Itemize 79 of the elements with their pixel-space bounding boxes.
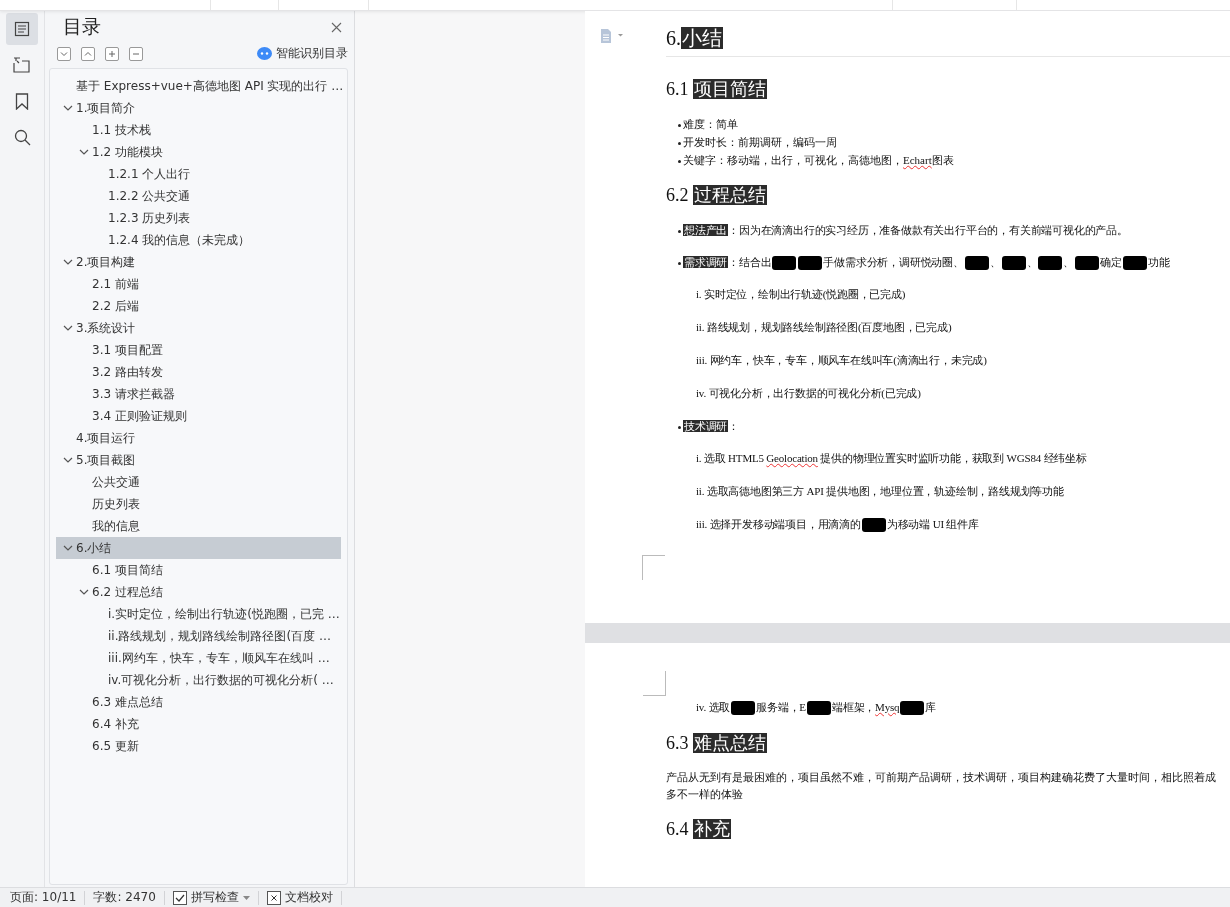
toc-item[interactable]: 3.1 项目配置 <box>56 339 341 361</box>
crop-mark <box>643 671 666 696</box>
list-item: ii. 选取高德地图第三方 API 提供地图，地理位置，轨迹绘制，路线规划等功能 <box>696 484 1065 499</box>
toc-item[interactable]: ii.路线规划，规划路线绘制路径图(百度 … <box>56 625 341 647</box>
toc-item[interactable]: 1.2.3 历史列表 <box>56 207 341 229</box>
outline-icon <box>13 57 31 73</box>
expand-all-icon[interactable] <box>81 46 95 61</box>
minus-icon[interactable] <box>129 46 143 61</box>
chevron-icon[interactable] <box>79 149 89 155</box>
list-item: 关键字：移动端，出行，可视化，高德地图，Echart图表 <box>678 151 1230 169</box>
toc-item[interactable]: 3.3 请求拦截器 <box>56 383 341 405</box>
chevron-icon[interactable] <box>63 457 73 463</box>
heading: 6.4 补充 <box>666 818 732 841</box>
panel-title: 目录 <box>63 14 101 39</box>
toc-item[interactable]: 1.1 技术栈 <box>56 119 341 141</box>
list-item: iii. 网约车，快车，专车，顺风车在线叫车(滴滴出行，未完成) <box>696 353 988 368</box>
toc-item[interactable]: 5.项目截图 <box>56 449 341 471</box>
toc-item[interactable]: 基于 Express+vue+高德地图 API 实现的出行 … <box>56 75 341 97</box>
toc-item[interactable]: 2.项目构建 <box>56 251 341 273</box>
toc-item[interactable]: 1.2.2 公共交通 <box>56 185 341 207</box>
toc-item[interactable]: 1.2 功能模块 <box>56 141 341 163</box>
list-item: 难度：简单 <box>678 115 1230 133</box>
toc-item[interactable]: 6.5 更新 <box>56 735 341 757</box>
list-item: ii. 路线规划，规划路线绘制路径图(百度地图，已完成) <box>696 320 953 335</box>
toc-item[interactable]: 公共交通 <box>56 471 341 493</box>
toc-item[interactable]: 1.2.4 我的信息（未完成） <box>56 229 341 251</box>
heading: 6.3 难点总结 <box>666 732 768 755</box>
list-item: iv. 可视化分析，出行数据的可视化分析(已完成) <box>696 386 922 401</box>
list-item: i. 实时定位，绘制出行轨迹(悦跑圈，已完成) <box>696 287 907 302</box>
toc-item[interactable]: 6.3 难点总结 <box>56 691 341 713</box>
proofread-icon <box>266 890 281 905</box>
toc-item[interactable]: 2.2 后端 <box>56 295 341 317</box>
collapse-all-icon[interactable] <box>57 46 71 61</box>
toc-item[interactable]: 我的信息 <box>56 515 341 537</box>
list-item: 技术调研： <box>678 417 1230 435</box>
list-item: 开发时长：前期调研，编码一周 <box>678 133 1230 151</box>
chevron-icon[interactable] <box>63 259 73 265</box>
chevron-icon[interactable] <box>63 325 73 331</box>
bookmark-icon <box>15 92 29 110</box>
robot-icon <box>257 47 272 60</box>
proofread-button[interactable]: 文档校对 <box>266 889 333 906</box>
word-count: 字数: 2470 <box>93 889 156 906</box>
close-icon[interactable] <box>331 21 342 33</box>
toc-item[interactable]: 3.系统设计 <box>56 317 341 339</box>
chevron-icon[interactable] <box>79 589 89 595</box>
heading: 6.2 过程总结 <box>666 184 768 207</box>
chevron-icon[interactable] <box>63 105 73 111</box>
toc-item[interactable]: 1.2.1 个人出行 <box>56 163 341 185</box>
page-count: 页面: 10/11 <box>10 889 77 906</box>
toc-item[interactable]: 1.项目简介 <box>56 97 341 119</box>
chevron-icon[interactable] <box>63 545 73 551</box>
list-item: 需求调研：结合出 手做需求分析，调研悦动圈、 、 、 、 确定 功能 <box>678 253 1230 271</box>
toc-item[interactable]: 6.1 项目简结 <box>56 559 341 581</box>
toc-item[interactable]: 6.2 过程总结 <box>56 581 341 603</box>
sidebar-button[interactable] <box>6 13 38 45</box>
list-item: 想法产出：因为在滴滴出行的实习经历，准备做款有关出行平台的，有关前端可视化的产品。 <box>678 221 1230 239</box>
heading: 6.1 项目简结 <box>666 78 768 101</box>
toc-item[interactable]: 6.4 补充 <box>56 713 341 735</box>
smart-toc-button[interactable]: 智能识别目录 <box>257 45 348 62</box>
plus-icon[interactable] <box>105 46 119 61</box>
toc-item[interactable]: 历史列表 <box>56 493 341 515</box>
spellcheck-toggle[interactable]: 拼写检查 <box>172 889 250 906</box>
paragraph: 产品从无到有是最困难的，项目虽然不难，可前期产品调研，技术调研，项目构建确花费了大量时间，相比照着成 多不一样的体验 <box>666 770 1217 802</box>
toc-item[interactable]: 3.2 路由转发 <box>56 361 341 383</box>
list-item: iii. 选择开发移动端项目，用滴滴的 为移动端 UI 组件库 <box>696 515 1230 533</box>
crop-mark <box>642 555 665 580</box>
list-icon <box>14 21 30 37</box>
toc-item[interactable]: 6.小结 <box>56 537 341 559</box>
list-item: i. 选取 HTML5 Geolocation 提供的物理位置实时监听功能，获取到 WGS84 经纬坐标 <box>696 451 1088 466</box>
caret-icon <box>242 895 250 900</box>
toc-item[interactable]: 3.4 正则验证规则 <box>56 405 341 427</box>
toc-item[interactable]: iii.网约车，快车，专车，顺风车在线叫 … <box>56 647 341 669</box>
heading: 6.小结 <box>666 25 1230 57</box>
toc-item[interactable]: i.实时定位，绘制出行轨迹(悦跑圈，已完 … <box>56 603 341 625</box>
toc-item[interactable]: 2.1 前端 <box>56 273 341 295</box>
toc-item[interactable]: iv.可视化分析，出行数据的可视化分析( … <box>56 669 341 691</box>
search-icon <box>13 128 31 146</box>
list-item: iv. 选取 服务端，E 端框架，Mysq 库 <box>696 698 1230 716</box>
toc-item[interactable]: 4.项目运行 <box>56 427 341 449</box>
